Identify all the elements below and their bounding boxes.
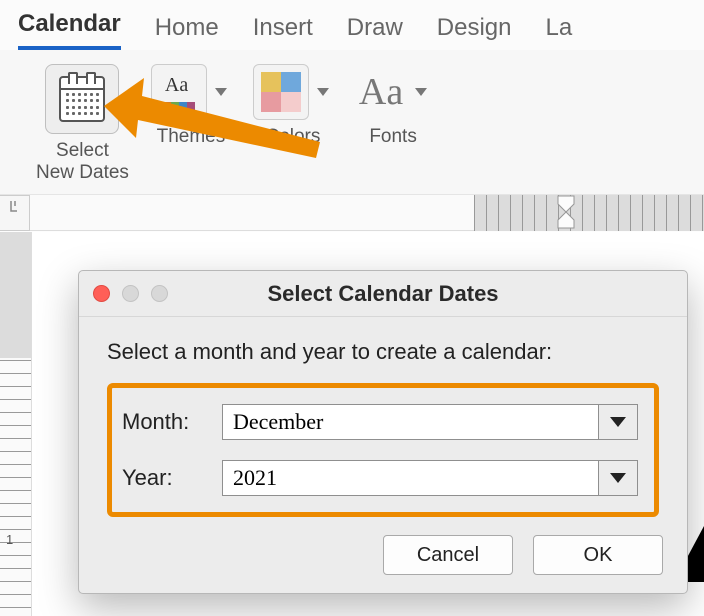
ribbon-group-colors: Colors [253, 64, 333, 148]
ribbon-group-select-new-dates: Select New Dates [36, 64, 129, 184]
annotation-highlight-box: Month: Year: [107, 383, 659, 517]
ruler-number-1: 1 [6, 532, 13, 547]
fonts-dropdown-arrow[interactable] [411, 64, 431, 120]
fonts-label: Fonts [369, 126, 417, 148]
ruler-horizontal-zone [0, 195, 704, 231]
ok-button[interactable]: OK [533, 535, 663, 575]
themes-icon: Aa [159, 72, 199, 112]
ribbon-tabbar: Calendar Home Insert Draw Design La [0, 0, 704, 50]
dialog-title: Select Calendar Dates [79, 281, 687, 307]
month-dropdown-button[interactable] [598, 404, 638, 440]
year-label: Year: [122, 465, 222, 491]
zoom-icon [151, 285, 168, 302]
themes-dropdown-arrow[interactable] [211, 64, 231, 120]
year-combobox [222, 460, 638, 496]
colors-button[interactable] [253, 64, 309, 120]
year-input[interactable] [222, 460, 598, 496]
themes-label: Themes [157, 126, 226, 148]
ribbon-group-themes: Aa Themes [151, 64, 231, 148]
tab-draw[interactable]: Draw [347, 14, 403, 50]
ribbon-group-fonts: Aa Fonts [355, 64, 431, 148]
fonts-button[interactable]: Aa [355, 70, 407, 114]
dialog-body: Select a month and year to create a cale… [79, 317, 687, 517]
ruler-vertical[interactable]: 1 [0, 232, 32, 616]
select-new-dates-label: Select New Dates [36, 140, 129, 184]
tab-cut-off[interactable]: La [546, 14, 573, 50]
ruler-horizontal[interactable] [30, 195, 704, 231]
year-dropdown-button[interactable] [598, 460, 638, 496]
colors-dropdown-arrow[interactable] [313, 64, 333, 120]
ribbon: Select New Dates Aa Themes [0, 50, 704, 195]
minimize-icon [122, 285, 139, 302]
indent-marker[interactable] [555, 192, 577, 232]
month-label: Month: [122, 409, 222, 435]
close-icon[interactable] [93, 285, 110, 302]
window-controls [93, 271, 168, 316]
dialog-prompt: Select a month and year to create a cale… [107, 339, 659, 365]
calendar-icon [59, 76, 105, 122]
select-calendar-dates-dialog: Select Calendar Dates Select a month and… [78, 270, 688, 594]
select-new-dates-button[interactable] [45, 64, 119, 134]
tab-design[interactable]: Design [437, 14, 512, 50]
colors-icon [261, 72, 301, 112]
colors-label: Colors [265, 126, 320, 148]
dialog-button-row: Cancel OK [79, 517, 687, 591]
themes-button[interactable]: Aa [151, 64, 207, 120]
tab-insert[interactable]: Insert [253, 14, 313, 50]
month-combobox [222, 404, 638, 440]
ruler-corner[interactable] [0, 195, 30, 231]
month-input[interactable] [222, 404, 598, 440]
dialog-titlebar[interactable]: Select Calendar Dates [79, 271, 687, 317]
tab-calendar[interactable]: Calendar [18, 10, 121, 50]
tab-home[interactable]: Home [155, 14, 219, 50]
cancel-button[interactable]: Cancel [383, 535, 513, 575]
